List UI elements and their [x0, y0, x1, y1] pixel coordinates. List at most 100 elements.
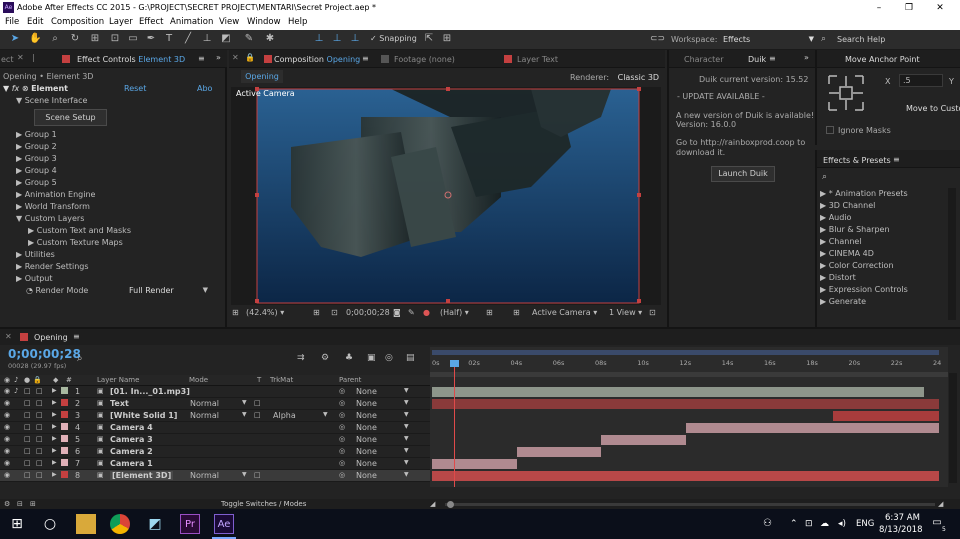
- brush-tool-icon[interactable]: ╱: [182, 33, 194, 45]
- viewer-area[interactable]: Active Camera: [231, 87, 661, 305]
- toggle-switches-modes[interactable]: Toggle Switches / Modes: [221, 500, 306, 508]
- layer-name[interactable]: [White Solid 1]: [110, 411, 177, 420]
- visibility-eye-icon[interactable]: ◉: [4, 399, 10, 407]
- transfer-controls-icon[interactable]: ⊟: [17, 500, 23, 508]
- scene-interface-group[interactable]: ▼ Scene Interface: [16, 96, 87, 105]
- world-axis-icon[interactable]: ⊥: [331, 33, 343, 45]
- file-explorer-icon[interactable]: [76, 514, 96, 534]
- draft-3d-icon[interactable]: ⚙: [321, 353, 329, 363]
- expand-arrow-icon[interactable]: ▶: [52, 387, 57, 394]
- lock-checkbox[interactable]: □: [36, 411, 43, 419]
- motion-blur-icon[interactable]: ◎: [385, 353, 393, 363]
- visibility-eye-icon[interactable]: ◉: [4, 471, 10, 479]
- tab-duik[interactable]: Duik: [748, 55, 766, 64]
- lock-checkbox[interactable]: □: [36, 435, 43, 443]
- parent-dropdown[interactable]: None: [356, 435, 377, 444]
- region-icon[interactable]: ⊡: [331, 308, 338, 317]
- layer-duration-bar[interactable]: [516, 447, 601, 457]
- layer-row[interactable]: ◉ □ □ ▶ 2 ▣ Text Normal ▼ □ ◎ None ▼: [0, 398, 430, 410]
- volume-icon[interactable]: ◂): [838, 519, 846, 529]
- view-layout-dropdown[interactable]: 1 View ▾: [609, 308, 642, 317]
- parent-dropdown[interactable]: None: [356, 471, 377, 480]
- layer-duration-bar[interactable]: [432, 399, 939, 409]
- layer-duration-bar[interactable]: [432, 459, 517, 469]
- presets-scrollbar[interactable]: [948, 188, 956, 320]
- renderer-row[interactable]: Renderer: Classic 3D: [570, 73, 659, 82]
- group-4-item[interactable]: ▶ Group 4: [16, 166, 57, 175]
- expand-arrow-icon[interactable]: ▶: [52, 411, 57, 418]
- snapping-toggle[interactable]: ✓ Snapping: [370, 34, 417, 43]
- visibility-eye-icon[interactable]: ◉: [4, 411, 10, 419]
- launch-duik-button[interactable]: Launch Duik: [711, 166, 775, 182]
- in-out-icon[interactable]: ⊞: [30, 500, 36, 508]
- lock-checkbox[interactable]: □: [36, 459, 43, 467]
- layer-name[interactable]: [Element 3D]: [110, 471, 174, 480]
- parent-pickwhip-icon[interactable]: ◎: [339, 387, 345, 395]
- menu-view[interactable]: View: [219, 17, 239, 27]
- layer-duration-bar[interactable]: [601, 435, 686, 445]
- camera-dropdown[interactable]: Active Camera ▾: [532, 308, 597, 317]
- safe-margins-icon[interactable]: ⊞: [313, 308, 320, 317]
- lock-checkbox[interactable]: □: [36, 387, 43, 395]
- zoom-dropdown[interactable]: (42.4%) ▾: [246, 308, 284, 317]
- solo-checkbox[interactable]: □: [24, 435, 31, 443]
- parent-pickwhip-icon[interactable]: ◎: [339, 459, 345, 467]
- search-icon[interactable]: ⌕: [77, 353, 83, 364]
- chrome-icon[interactable]: [110, 514, 130, 534]
- layer-label-swatch[interactable]: [61, 399, 68, 406]
- timecode-display[interactable]: 0;00;00;28: [346, 308, 390, 317]
- layer-name[interactable]: [01. In..._01.mp3]: [110, 387, 190, 396]
- comp-subtab[interactable]: Opening: [241, 70, 283, 83]
- preset-item[interactable]: ▶ Color Correction: [820, 261, 894, 270]
- menu-window[interactable]: Window: [247, 17, 281, 27]
- tab-character[interactable]: Character: [684, 55, 724, 64]
- menu-edit[interactable]: Edit: [27, 17, 43, 27]
- tab-composition[interactable]: Composition Opening: [274, 55, 360, 64]
- layer-mode-dropdown[interactable]: Normal: [190, 411, 219, 420]
- parent-dropdown[interactable]: None: [356, 387, 377, 396]
- anchor-title[interactable]: Move Anchor Point: [845, 55, 920, 64]
- stopwatch-icon[interactable]: ◔: [26, 286, 33, 295]
- parent-dropdown[interactable]: None: [356, 447, 377, 456]
- group-3-item[interactable]: ▶ Group 3: [16, 154, 57, 163]
- restore-icon[interactable]: ❐: [903, 2, 915, 14]
- col-layer-name[interactable]: Layer Name: [97, 376, 139, 384]
- onedrive-icon[interactable]: ☁: [820, 519, 829, 529]
- sync-icon[interactable]: ⊂⊃: [650, 33, 665, 45]
- tab-layer[interactable]: Layer Text: [517, 55, 558, 64]
- layer-name[interactable]: Camera 1: [110, 459, 153, 468]
- layer-label-swatch[interactable]: [61, 387, 68, 394]
- fast-preview-icon[interactable]: ⊞: [486, 308, 493, 317]
- output-item[interactable]: ▶ Output: [16, 274, 53, 283]
- workspace-dropdown[interactable]: Effects ▼: [720, 33, 816, 47]
- layer-duration-bar[interactable]: [432, 471, 939, 481]
- solo-checkbox[interactable]: □: [24, 411, 31, 419]
- camera-tool-icon[interactable]: ⊞: [89, 33, 101, 45]
- menu-composition[interactable]: Composition: [51, 17, 104, 27]
- clock-time[interactable]: 6:37 AM: [885, 513, 920, 523]
- parent-dropdown[interactable]: None: [356, 459, 377, 468]
- layer-row[interactable]: ◉ □ □ ▶ 7 ▣ Camera 1 ◎ None ▼: [0, 458, 430, 470]
- fx-row[interactable]: ▼ fx ⊗ Element: [3, 84, 68, 93]
- layer-row[interactable]: ◉ □ □ ▶ 5 ▣ Camera 3 ◎ None ▼: [0, 434, 430, 446]
- layer-label-swatch[interactable]: [61, 447, 68, 454]
- audio-icon[interactable]: ♪: [14, 387, 18, 395]
- utilities-item[interactable]: ▶ Utilities: [16, 250, 55, 259]
- clock-date[interactable]: 8/13/2018: [879, 525, 923, 535]
- custom-texture-maps-item[interactable]: ▶ Custom Texture Maps: [28, 238, 123, 247]
- expand-arrow-icon[interactable]: ▶: [52, 399, 57, 406]
- panel-overflow-icon[interactable]: »: [804, 53, 809, 62]
- channel-icon[interactable]: ●: [423, 308, 430, 317]
- expand-arrow-icon[interactable]: ▶: [52, 447, 57, 454]
- parent-dropdown[interactable]: None: [356, 399, 377, 408]
- pen-tool-icon[interactable]: ✒: [145, 33, 157, 45]
- about-link[interactable]: Abo: [197, 84, 212, 93]
- lock-icon[interactable]: 🔒: [245, 53, 255, 62]
- shy-icon[interactable]: ♣: [345, 353, 353, 363]
- group-2-item[interactable]: ▶ Group 2: [16, 142, 57, 151]
- tab-footage[interactable]: Footage (none): [394, 55, 455, 64]
- layer-label-swatch[interactable]: [61, 459, 68, 466]
- effect-controls-tab[interactable]: Effect Controls Element 3D: [77, 55, 185, 64]
- type-tool-icon[interactable]: T: [163, 33, 175, 45]
- tab-close-icon[interactable]: ✕: [5, 332, 12, 341]
